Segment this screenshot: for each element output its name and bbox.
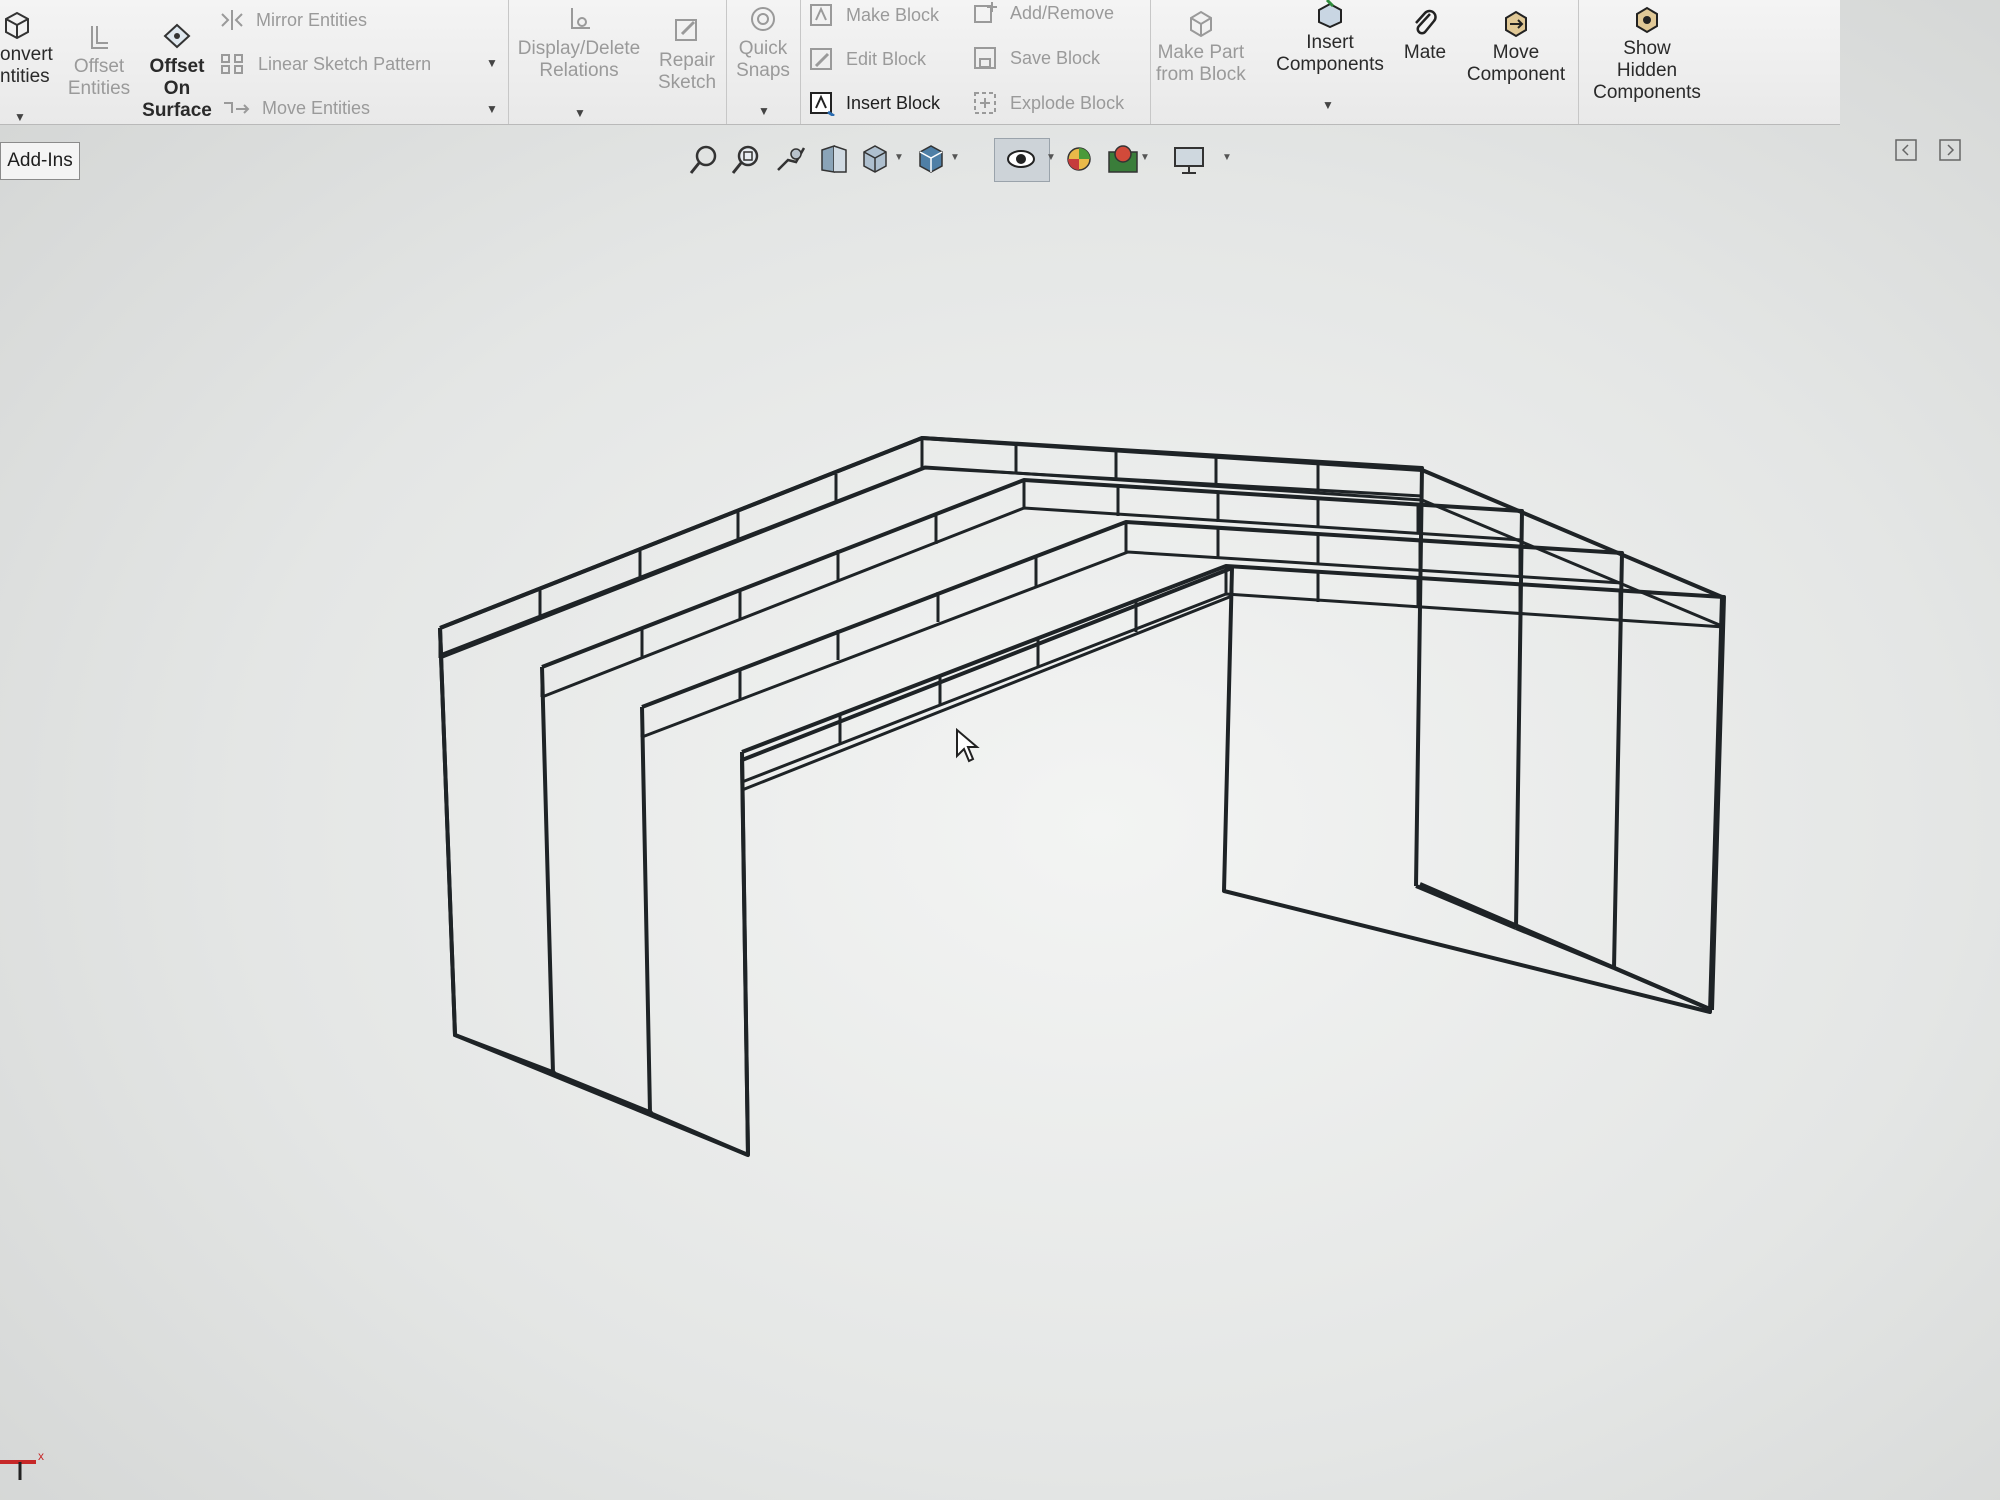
mouse-cursor-icon xyxy=(956,728,980,763)
svg-text:x: x xyxy=(38,1449,44,1463)
graphics-viewport-wireframe xyxy=(438,436,1726,1157)
reference-triad-icon: x xyxy=(0,1449,44,1480)
frame-4 xyxy=(740,564,1726,1156)
frame-2 xyxy=(540,478,1615,1115)
